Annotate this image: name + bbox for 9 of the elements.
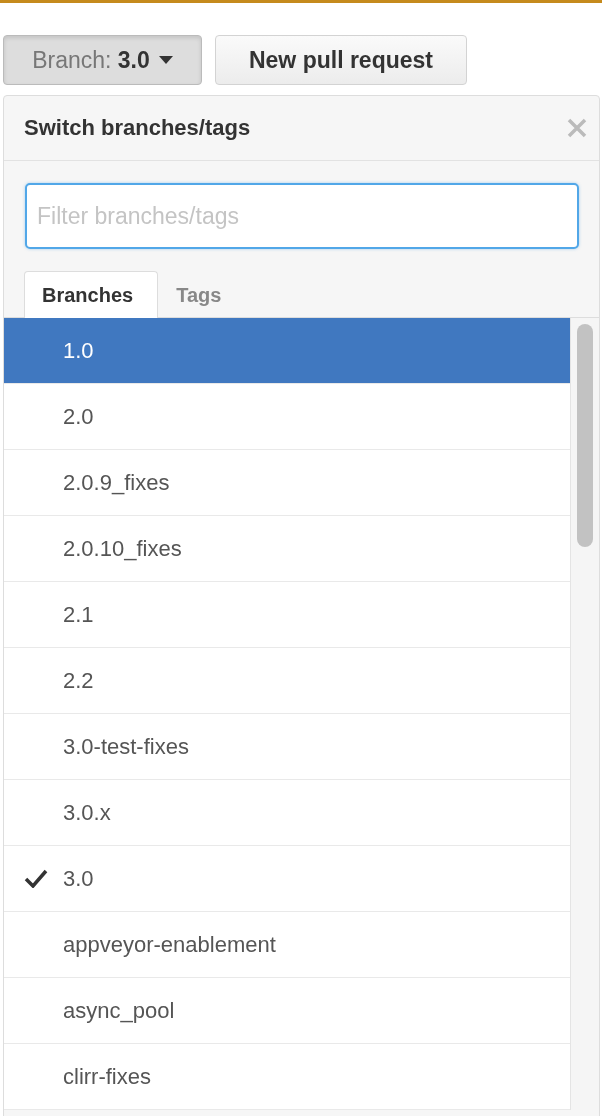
close-icon[interactable]	[567, 118, 587, 138]
scrollbar-thumb[interactable]	[577, 324, 593, 547]
caret-icon	[158, 56, 173, 64]
branch-item[interactable]: 1.0	[4, 318, 570, 384]
branch-button[interactable]: Branch: 3.0	[3, 35, 202, 85]
dropdown-title: Switch branches/tags	[24, 115, 251, 141]
filter-field[interactable]: Filter branches/tags	[25, 183, 579, 249]
tab[interactable]: Branches	[24, 271, 159, 318]
new-pull-request-button[interactable]: New pull request	[215, 35, 467, 85]
